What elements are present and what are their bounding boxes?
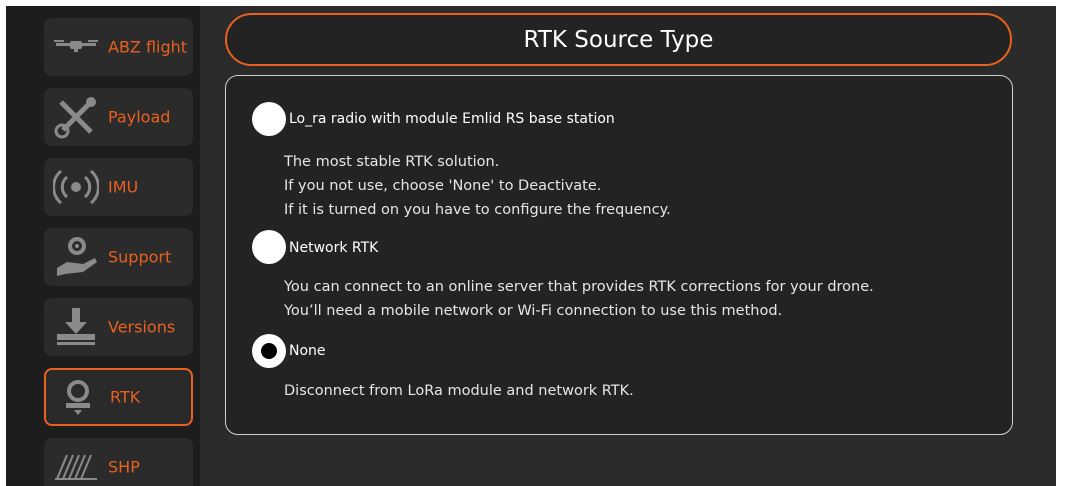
option-label-lora: Lo_ra radio with module Emlid RS base st… (289, 111, 615, 127)
description-line: The most stable RTK solution. (284, 154, 500, 170)
radio-none[interactable] (252, 334, 286, 368)
page-title-bar: RTK Source Type (225, 13, 1012, 66)
sidebar-item-label: Support (108, 247, 172, 267)
sidebar-item-rtk[interactable]: RTK (44, 368, 193, 426)
field-icon (52, 443, 100, 486)
description-line: Disconnect from LoRa module and network … (284, 383, 634, 399)
sidebar-item-label: RTK (110, 387, 141, 407)
sidebar-item-label: SHP (108, 457, 140, 477)
option-label-none: None (289, 343, 326, 359)
support-hand-icon (52, 233, 100, 281)
sidebar-item-shp[interactable]: SHP (44, 438, 193, 486)
download-icon (52, 303, 100, 351)
sidebar-item-label: ABZ flight (108, 37, 188, 57)
description-line: If it is turned on you have to configure… (284, 202, 671, 218)
page-title: RTK Source Type (523, 26, 714, 53)
drone-icon (52, 23, 100, 71)
sidebar-item-support[interactable]: Support (44, 228, 193, 286)
option-label-network-rtk: Network RTK (289, 240, 379, 256)
sidebar: ABZ flight Payload IMU Support Versions … (6, 6, 200, 486)
app-window: ABZ flight Payload IMU Support Versions … (6, 6, 1056, 486)
radio-network-rtk[interactable] (252, 230, 286, 264)
description-line: You can connect to an online server that… (284, 279, 874, 295)
tools-icon (52, 93, 100, 141)
option-description-lora: The most stable RTK solution. If you not… (284, 150, 671, 222)
sidebar-item-imu[interactable]: IMU (44, 158, 193, 216)
sidebar-item-label: IMU (108, 177, 139, 197)
radio-lora[interactable] (252, 102, 286, 136)
description-line: You’ll need a mobile network or Wi-Fi co… (284, 303, 783, 319)
option-description-network-rtk: You can connect to an online server that… (284, 275, 874, 323)
signal-icon (52, 163, 100, 211)
sidebar-item-payload[interactable]: Payload (44, 88, 193, 146)
sidebar-item-versions[interactable]: Versions (44, 298, 193, 356)
option-description-none: Disconnect from LoRa module and network … (284, 379, 634, 403)
sidebar-item-label: Versions (108, 317, 176, 337)
rtk-pin-icon (54, 373, 102, 421)
rtk-source-panel: Lo_ra radio with module Emlid RS base st… (225, 75, 1013, 435)
description-line: If you not use, choose 'None' to Deactiv… (284, 178, 602, 194)
sidebar-item-label: Payload (108, 107, 171, 127)
sidebar-item-abz-flight[interactable]: ABZ flight (44, 18, 193, 76)
